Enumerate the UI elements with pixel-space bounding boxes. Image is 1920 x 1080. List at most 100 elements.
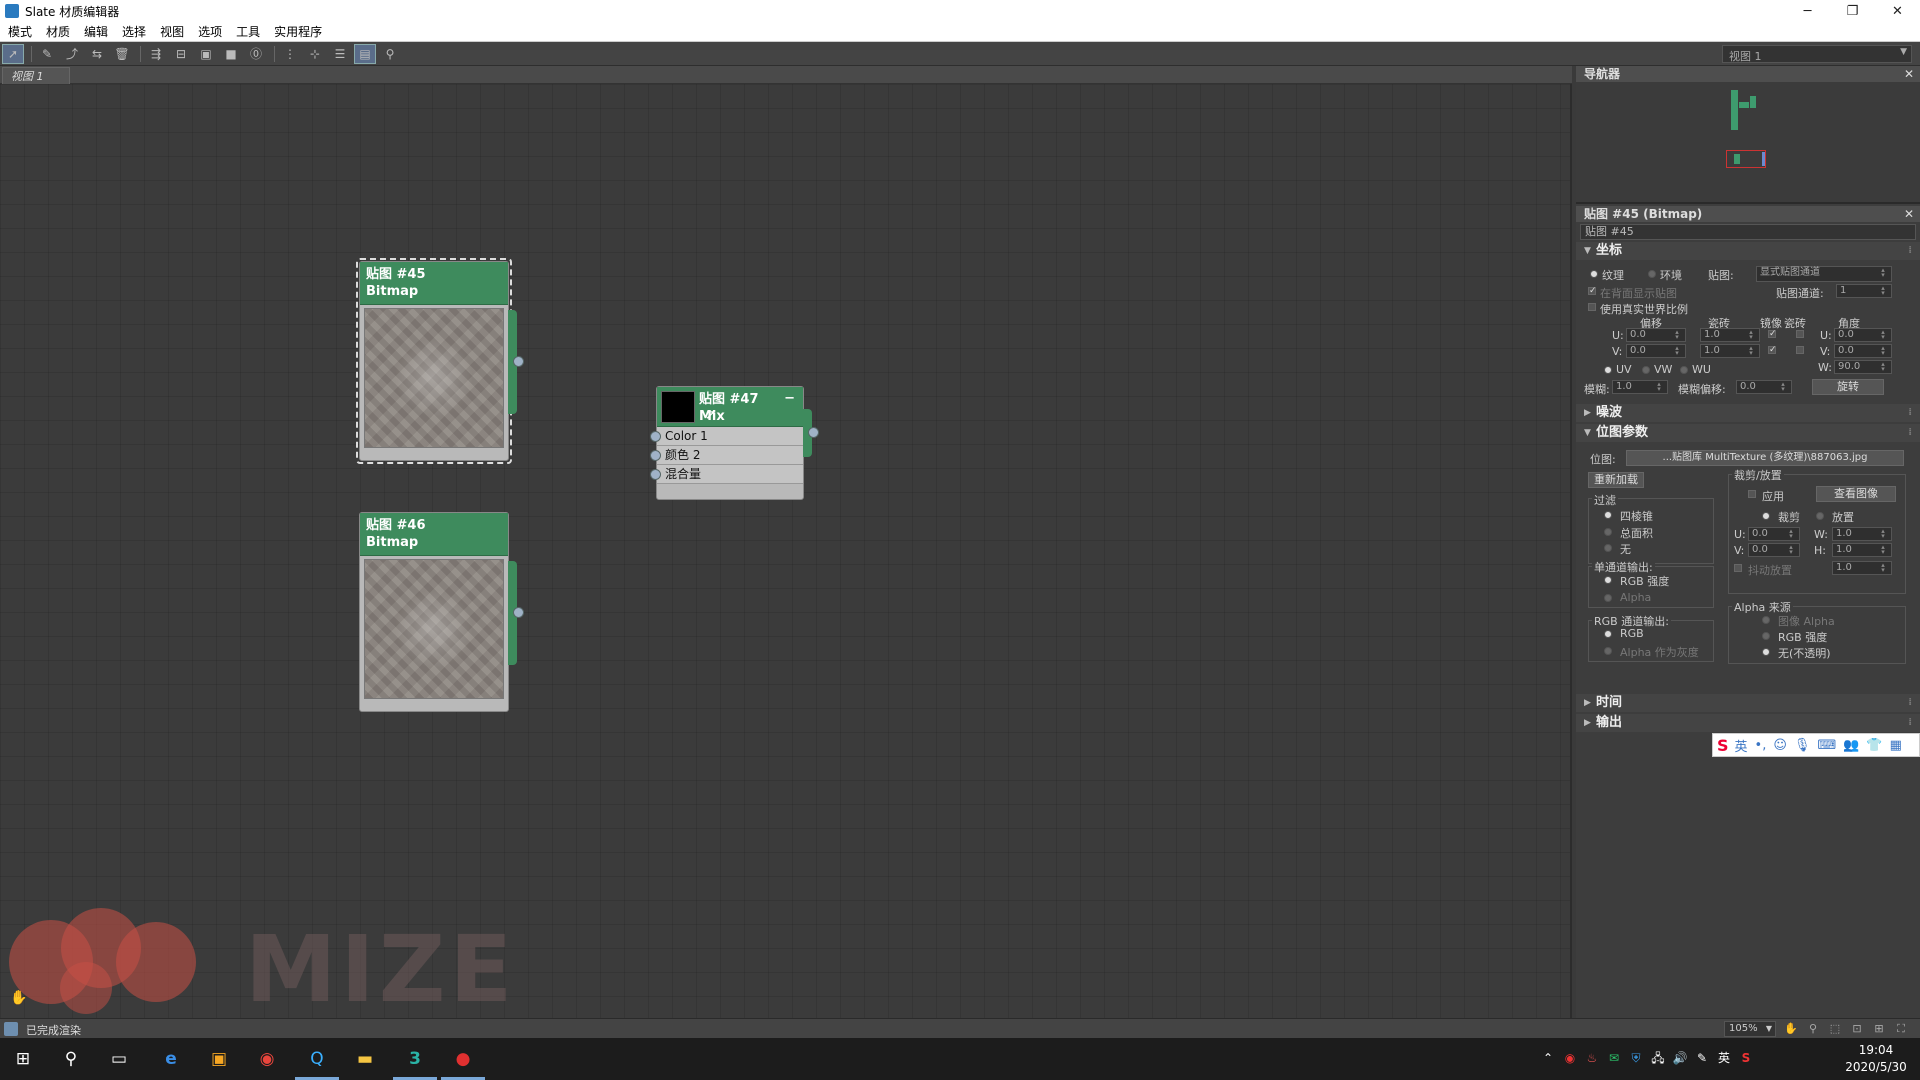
- node-header[interactable]: 贴图 #45 Bitmap: [360, 262, 508, 305]
- view-image-button[interactable]: 查看图像: [1816, 486, 1896, 502]
- tray-record-icon[interactable]: ◉: [1562, 1050, 1578, 1066]
- pick-material-icon[interactable]: ✎: [36, 44, 58, 64]
- menu-edit[interactable]: 编辑: [84, 23, 108, 40]
- input-socket-mix-amount[interactable]: [650, 469, 661, 480]
- pan-icon[interactable]: ✋: [1784, 1022, 1798, 1036]
- tray-network-icon[interactable]: 🖧: [1650, 1050, 1666, 1066]
- tray-wechat-icon[interactable]: ✉: [1606, 1050, 1622, 1066]
- ime-user-icon[interactable]: 👥: [1843, 738, 1859, 753]
- image-alpha-radio[interactable]: [1762, 616, 1770, 624]
- node-header[interactable]: 贴图 #47 Mix −: [657, 387, 803, 427]
- node-bitmap-46[interactable]: 贴图 #46 Bitmap: [359, 512, 524, 712]
- time-rollout-header[interactable]: ▶ 时间 ⁞: [1576, 694, 1920, 712]
- bitmap-rollout-header[interactable]: ▼ 位图参数 ⁞: [1576, 424, 1920, 442]
- channel-spinner[interactable]: 1: [1836, 284, 1892, 298]
- output-socket[interactable]: [808, 427, 819, 438]
- output-socket[interactable]: [513, 356, 524, 367]
- alpha-gray-radio[interactable]: [1604, 647, 1612, 655]
- jitter-spinner[interactable]: 1.0: [1832, 561, 1892, 575]
- assign-material-icon[interactable]: ⇆: [86, 44, 108, 64]
- close-icon[interactable]: ✕: [1904, 66, 1914, 82]
- node-bitmap-45[interactable]: 贴图 #45 Bitmap: [359, 261, 524, 461]
- rgb-radio[interactable]: [1604, 630, 1612, 638]
- tray-sogou-icon[interactable]: S: [1738, 1050, 1754, 1066]
- opaque-radio[interactable]: [1762, 648, 1770, 656]
- pyramidal-radio[interactable]: [1604, 511, 1612, 519]
- tray-ime-language[interactable]: 英: [1716, 1050, 1732, 1066]
- u-angle-spinner[interactable]: 0.0: [1834, 328, 1892, 342]
- select-tool-icon[interactable]: ➚: [2, 43, 24, 64]
- layout-all-icon[interactable]: ⋮: [279, 44, 301, 64]
- show-map-icon[interactable]: ▣: [195, 44, 217, 64]
- zoom-extents-selected-icon[interactable]: ⊞: [1872, 1022, 1886, 1036]
- place-radio[interactable]: [1816, 512, 1824, 520]
- tray-expand-icon[interactable]: ⌃: [1540, 1050, 1556, 1066]
- blur-offset-spinner[interactable]: 0.0: [1736, 380, 1792, 394]
- delete-icon[interactable]: 🗑: [111, 44, 133, 64]
- vw-radio[interactable]: [1642, 366, 1650, 374]
- reload-button[interactable]: 重新加载: [1588, 472, 1644, 488]
- put-to-scene-icon[interactable]: ⤴: [61, 44, 83, 64]
- hide-unused-icon[interactable]: ⊟: [170, 44, 192, 64]
- ime-skin-icon[interactable]: 👕: [1866, 738, 1882, 753]
- real-world-checkbox[interactable]: [1588, 303, 1596, 311]
- summed-radio[interactable]: [1604, 528, 1612, 536]
- app-orange-icon[interactable]: ▣: [204, 1044, 234, 1074]
- blur-spinner[interactable]: 1.0: [1612, 380, 1668, 394]
- menu-mode[interactable]: 模式: [8, 23, 32, 40]
- map-name-field[interactable]: 贴图 #45: [1580, 224, 1916, 240]
- uv-radio[interactable]: [1604, 366, 1612, 374]
- ime-punct-icon[interactable]: •,: [1755, 738, 1767, 753]
- edge-browser-icon[interactable]: e: [156, 1044, 186, 1074]
- texture-radio[interactable]: [1590, 270, 1598, 278]
- v-mirror-checkbox[interactable]: ✓: [1768, 346, 1777, 355]
- v-tiling-spinner[interactable]: 1.0: [1700, 344, 1760, 358]
- noise-rollout-header[interactable]: ▶ 噪波 ⁞: [1576, 404, 1920, 422]
- crop-w-spinner[interactable]: 1.0: [1832, 527, 1892, 541]
- parameter-editor-icon[interactable]: ▤: [354, 43, 376, 64]
- close-button[interactable]: ✕: [1875, 0, 1920, 22]
- ime-emoji-icon[interactable]: ☺: [1773, 738, 1787, 753]
- zoom-extents-icon[interactable]: ⊡: [1850, 1022, 1864, 1036]
- tray-security-icon[interactable]: ⛨: [1628, 1050, 1644, 1066]
- u-mirror-checkbox[interactable]: ✓: [1768, 330, 1777, 339]
- chrome-icon[interactable]: ◉: [252, 1044, 282, 1074]
- file-explorer-icon[interactable]: ▬: [350, 1044, 380, 1074]
- zoom-dropdown[interactable]: 105% ▼: [1724, 1021, 1776, 1037]
- v-offset-spinner[interactable]: 0.0: [1626, 344, 1686, 358]
- move-children-icon[interactable]: ⇶: [145, 44, 167, 64]
- system-clock[interactable]: 19:04 2020/5/30: [1836, 1042, 1916, 1076]
- navigator-panel[interactable]: [1576, 82, 1920, 204]
- ime-language[interactable]: 英: [1735, 736, 1748, 755]
- show-back-checkbox[interactable]: ✓: [1588, 287, 1597, 296]
- zoom-region-icon[interactable]: ⬚: [1828, 1022, 1842, 1036]
- windows-start-icon[interactable]: ⊞: [8, 1044, 38, 1074]
- node-header[interactable]: 贴图 #46 Bitmap: [360, 513, 508, 556]
- fit-view-icon[interactable]: ⛶: [1894, 1022, 1908, 1036]
- search-icon[interactable]: ⚲: [56, 1044, 86, 1074]
- tab-view-1[interactable]: 视图 1: [2, 67, 70, 84]
- crop-v-spinner[interactable]: 0.0: [1748, 543, 1800, 557]
- none-radio[interactable]: [1604, 544, 1612, 552]
- rgb-intensity-radio[interactable]: [1604, 576, 1612, 584]
- ime-menu-icon[interactable]: ▦: [1890, 738, 1902, 753]
- alpha-radio[interactable]: [1604, 594, 1612, 602]
- v-tile-checkbox[interactable]: [1796, 346, 1804, 354]
- minimize-button[interactable]: ─: [1785, 0, 1830, 22]
- qq-browser-icon[interactable]: Q: [295, 1044, 339, 1080]
- menu-options[interactable]: 选项: [198, 23, 222, 40]
- material-browser-icon[interactable]: ☰: [329, 44, 351, 64]
- crop-h-spinner[interactable]: 1.0: [1832, 543, 1892, 557]
- nav-viewport-frame[interactable]: [1726, 150, 1766, 168]
- u-tiling-spinner[interactable]: 1.0: [1700, 328, 1760, 342]
- 3dsmax-icon[interactable]: 3: [393, 1044, 437, 1080]
- coords-rollout-header[interactable]: ▼ 坐标 ⁞: [1576, 242, 1920, 260]
- apply-checkbox[interactable]: [1748, 490, 1756, 498]
- tray-volume-icon[interactable]: 🔊: [1672, 1050, 1688, 1066]
- zoom-icon[interactable]: ⚲: [1806, 1022, 1820, 1036]
- task-view-icon[interactable]: ▭: [104, 1044, 134, 1074]
- tray-app-icon[interactable]: ♨: [1584, 1050, 1600, 1066]
- output-socket[interactable]: [513, 607, 524, 618]
- close-icon[interactable]: ✕: [1904, 206, 1914, 222]
- menu-utilities[interactable]: 实用程序: [274, 23, 322, 40]
